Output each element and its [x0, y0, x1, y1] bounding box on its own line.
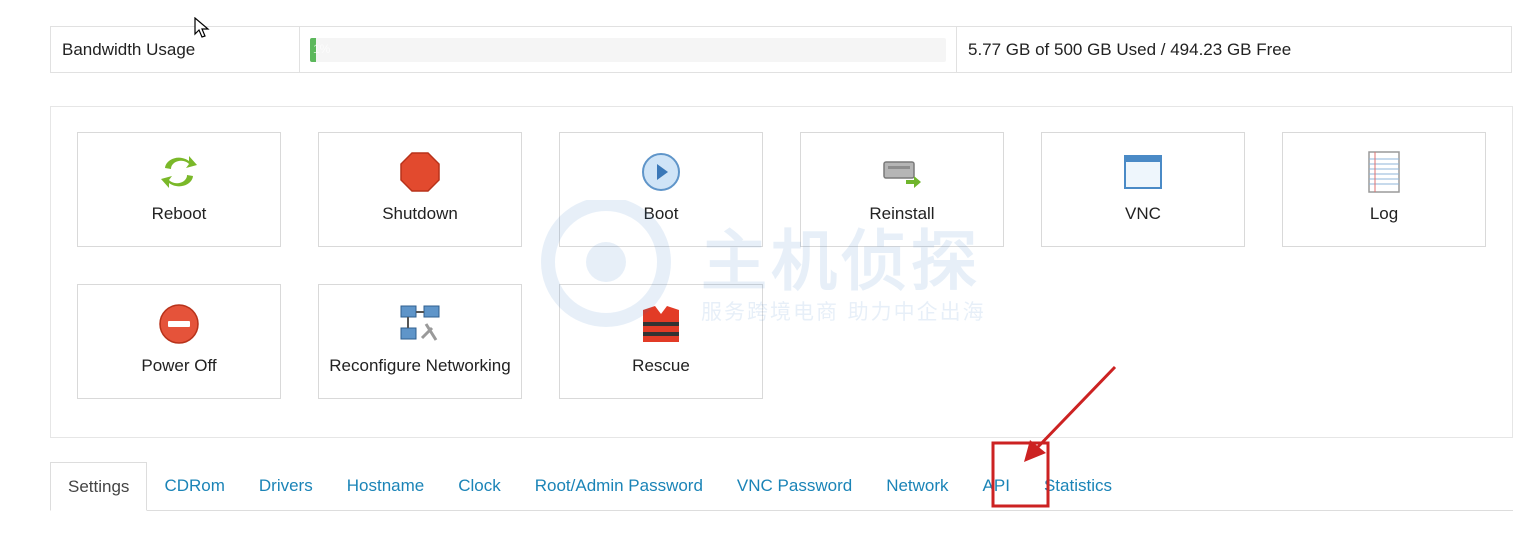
power-off-label: Power Off	[141, 356, 217, 375]
reconfigure-networking-label: Reconfigure Networking	[329, 356, 511, 375]
reinstall-label: Reinstall	[869, 204, 935, 223]
rescue-icon	[639, 302, 683, 346]
log-icon	[1362, 150, 1406, 194]
annotation-arrowhead	[1024, 440, 1046, 462]
rescue-button[interactable]: Rescue	[559, 284, 763, 399]
shutdown-button[interactable]: Shutdown	[318, 132, 522, 247]
log-button[interactable]: Log	[1282, 132, 1486, 247]
reboot-button[interactable]: Reboot	[77, 132, 281, 247]
vnc-label: VNC	[1125, 204, 1161, 223]
boot-label: Boot	[643, 204, 679, 223]
tab-api[interactable]: API	[966, 462, 1027, 510]
shutdown-label: Shutdown	[382, 204, 458, 223]
rescue-label: Rescue	[632, 356, 690, 375]
power-off-button[interactable]: Power Off	[77, 284, 281, 399]
tab-cdrom[interactable]: CDRom	[147, 462, 241, 510]
log-label: Log	[1369, 204, 1399, 223]
power-off-icon	[157, 302, 201, 346]
tab-drivers[interactable]: Drivers	[242, 462, 330, 510]
bandwidth-usage-label: Bandwidth Usage	[51, 27, 300, 72]
reconfigure-networking-button[interactable]: Reconfigure Networking	[318, 284, 522, 399]
mouse-cursor-icon	[194, 17, 210, 38]
boot-button[interactable]: Boot	[559, 132, 763, 247]
bandwidth-bar-cell: 1%	[300, 27, 957, 72]
shutdown-icon	[398, 150, 442, 194]
tab-clock[interactable]: Clock	[441, 462, 518, 510]
tab-statistics[interactable]: Statistics	[1027, 462, 1129, 510]
tab-vnc-password[interactable]: VNC Password	[720, 462, 869, 510]
server-actions-panel: Reboot Shutdown Boot Reinstall VNC Log P…	[50, 106, 1513, 438]
bandwidth-percent-label: 1%	[313, 41, 331, 56]
tab-root-admin-password[interactable]: Root/Admin Password	[518, 462, 720, 510]
reinstall-button[interactable]: Reinstall	[800, 132, 1004, 247]
bandwidth-usage-row: Bandwidth Usage 1% 5.77 GB of 500 GB Use…	[50, 26, 1512, 73]
boot-icon	[639, 150, 683, 194]
bandwidth-summary: 5.77 GB of 500 GB Used / 494.23 GB Free	[968, 39, 1292, 59]
reboot-icon	[157, 150, 201, 194]
reboot-label: Reboot	[151, 204, 207, 223]
vnc-button[interactable]: VNC	[1041, 132, 1245, 247]
bandwidth-progress-bar: 1%	[310, 37, 946, 62]
settings-tabs: Settings CDRom Drivers Hostname Clock Ro…	[50, 462, 1513, 511]
tab-hostname[interactable]: Hostname	[330, 462, 441, 510]
reinstall-icon	[880, 150, 924, 194]
network-icon	[398, 302, 442, 346]
vnc-icon	[1121, 150, 1165, 194]
tab-network[interactable]: Network	[869, 462, 965, 510]
tab-settings[interactable]: Settings	[50, 462, 148, 511]
